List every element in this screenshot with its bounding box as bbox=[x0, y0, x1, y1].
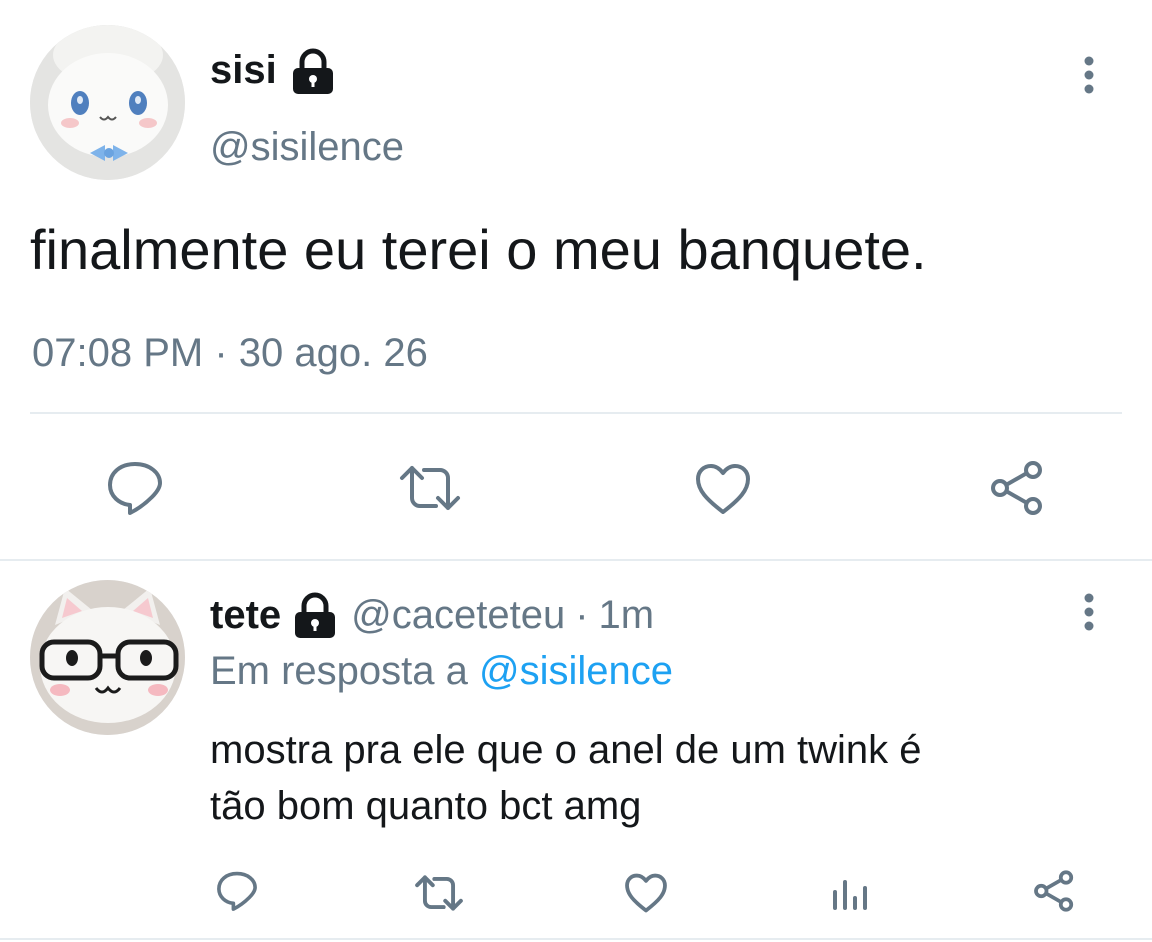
avatar[interactable] bbox=[30, 25, 185, 180]
reply-icon[interactable] bbox=[106, 460, 164, 516]
display-name[interactable]: tete bbox=[210, 592, 281, 638]
display-name[interactable]: sisi bbox=[210, 48, 277, 93]
lock-icon bbox=[291, 48, 335, 94]
tweet-text-line: tão bom quanto bct amg bbox=[210, 784, 642, 828]
separator-dot: · bbox=[575, 593, 589, 637]
analytics-icon[interactable] bbox=[830, 874, 870, 912]
tweet-text: mostra pra ele que o anel de um twink é … bbox=[210, 722, 922, 834]
user-handle[interactable]: @sisilence bbox=[210, 124, 404, 170]
divider bbox=[0, 938, 1152, 940]
in-reply-handle-link[interactable]: @sisilence bbox=[479, 649, 673, 693]
like-icon[interactable] bbox=[694, 462, 752, 516]
user-handle[interactable]: @caceteteu bbox=[351, 592, 565, 638]
divider bbox=[30, 412, 1122, 414]
tweet-text: finalmente eu terei o meu banquete. bbox=[30, 218, 927, 281]
in-reply-prefix: Em resposta a bbox=[210, 649, 468, 693]
like-icon[interactable] bbox=[624, 872, 668, 914]
divider bbox=[0, 559, 1152, 561]
retweet-icon[interactable] bbox=[414, 874, 464, 912]
retweet-icon[interactable] bbox=[398, 464, 462, 512]
avatar[interactable] bbox=[30, 580, 185, 735]
in-reply-to: Em resposta a @sisilence bbox=[210, 648, 673, 694]
tweet-time[interactable]: 1m bbox=[599, 592, 655, 638]
lock-icon bbox=[293, 592, 337, 638]
tweet-text-line: mostra pra ele que o anel de um twink é bbox=[210, 728, 922, 772]
share-icon[interactable] bbox=[1032, 870, 1076, 912]
tweet-timestamp[interactable]: 07:08 PM · 30 ago. 26 bbox=[32, 330, 428, 376]
more-options-icon[interactable] bbox=[1078, 56, 1100, 96]
more-options-icon[interactable] bbox=[1078, 593, 1100, 633]
share-icon[interactable] bbox=[988, 460, 1046, 516]
reply-icon[interactable] bbox=[216, 870, 258, 912]
